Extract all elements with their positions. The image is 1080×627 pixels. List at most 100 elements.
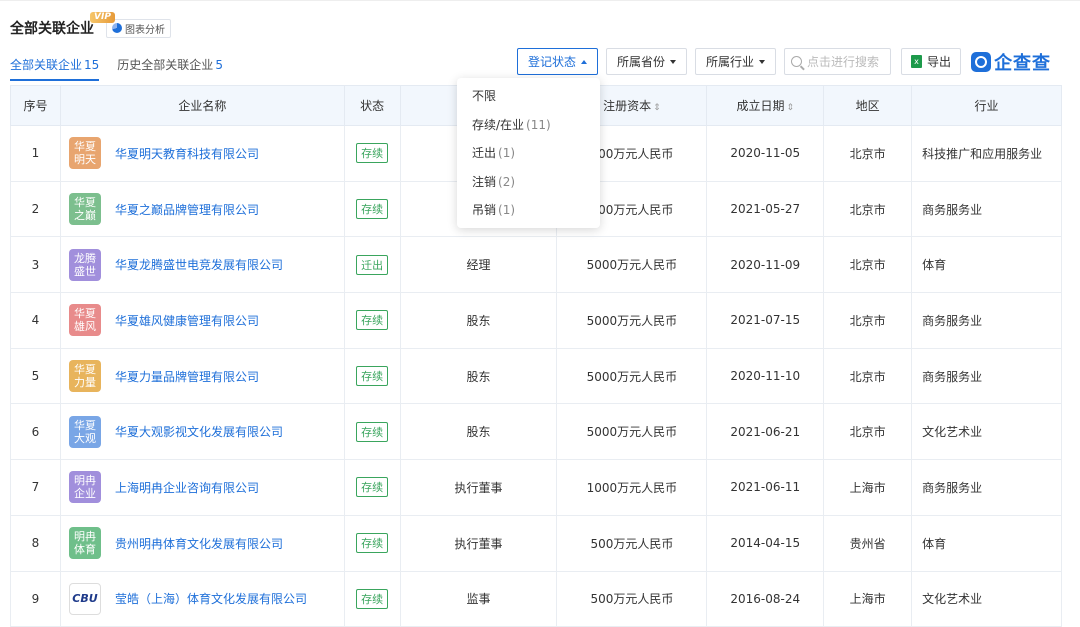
company-name-link[interactable]: 华夏龙腾盛世电竞发展有限公司 [115, 256, 283, 273]
status-cell: 存续 [343, 570, 401, 627]
table-row[interactable]: 4 华夏雄风 华夏雄风健康管理有限公司 存续 股东 5000万元人民币 2021-… [10, 292, 1062, 349]
col-company-name: 企业名称 [59, 85, 345, 126]
dropdown-item-all[interactable]: 不限 [457, 82, 600, 111]
status-cell: 迁出 [343, 236, 401, 294]
company-logo: 华夏大观 [68, 415, 101, 448]
dropdown-item-count: (1) [498, 203, 516, 217]
row-index: 2 [10, 180, 61, 238]
region-cell: 北京市 [823, 180, 913, 238]
dropdown-item-revoked[interactable]: 吊销 (1) [457, 196, 600, 225]
page-title-text: 全部关联企业 [10, 21, 94, 37]
company-logo: 华夏力量 [68, 360, 101, 393]
company-name-link[interactable]: 华夏明天教育科技有限公司 [115, 145, 259, 162]
status-cell: 存续 [343, 125, 401, 182]
col-industry: 行业 [911, 85, 1062, 126]
industry-cell: 文化艺术业 [911, 403, 1062, 461]
brand-logo: 企查查 [971, 49, 1051, 75]
dropdown-item-label: 吊销 [472, 203, 497, 217]
search-input[interactable] [807, 54, 888, 69]
col-date[interactable]: 成立日期 ⇕ [706, 85, 825, 126]
region-cell: 北京市 [823, 292, 913, 349]
status-badge: 存续 [356, 588, 389, 609]
company-logo: 明冉企业 [68, 471, 101, 504]
table-row[interactable]: 5 华夏力量 华夏力量品牌管理有限公司 存续 股东 5000万元人民币 2020-… [10, 347, 1062, 405]
industry-cell: 文化艺术业 [911, 570, 1062, 627]
status-filter-button[interactable]: 登记状态 [517, 48, 599, 75]
vip-badge: VIP [90, 12, 115, 23]
province-filter-button[interactable]: 所属省份 [606, 48, 688, 75]
company-name-link[interactable]: 华夏雄风健康管理有限公司 [115, 312, 259, 329]
date-cell: 2016-08-24 [706, 570, 825, 627]
company-name-link[interactable]: 华夏力量品牌管理有限公司 [115, 368, 259, 385]
col-region: 地区 [823, 85, 913, 126]
caret-down-icon [670, 59, 677, 64]
row-index: 3 [10, 236, 61, 294]
row-index: 5 [10, 347, 61, 405]
excel-icon: x [911, 55, 923, 68]
company-name-link[interactable]: 贵州明冉体育文化发展有限公司 [115, 535, 283, 552]
date-cell: 2014-04-15 [706, 514, 825, 572]
company-logo: 华夏雄风 [68, 304, 101, 337]
company-logo: 华夏明天 [68, 137, 101, 170]
date-cell: 2021-05-27 [706, 180, 825, 238]
table-row[interactable]: 7 明冉企业 上海明冉企业咨询有限公司 存续 执行董事 1000万元人民币 202… [10, 459, 1062, 516]
company-logo: 明冉体育 [68, 527, 101, 560]
status-badge: 存续 [356, 310, 389, 331]
company-name-link[interactable]: 华夏大观影视文化发展有限公司 [115, 423, 283, 440]
tab-label: 历史全部关联企业 [117, 58, 214, 72]
dropdown-item-active[interactable]: 存续/在业 (11) [457, 111, 600, 140]
date-cell: 2021-06-11 [706, 459, 825, 516]
status-cell: 存续 [343, 180, 401, 238]
status-cell: 存续 [343, 514, 401, 572]
capital-cell: 5000万元人民币 [556, 403, 708, 461]
company-name-link[interactable]: 华夏之巅品牌管理有限公司 [115, 201, 259, 218]
sort-icon: ⇕ [653, 103, 661, 113]
dropdown-item-moved-out[interactable]: 迁出 (1) [457, 139, 600, 168]
company-cell: CBU 莹皓（上海）体育文化发展有限公司 [59, 570, 345, 627]
industry-filter-button[interactable]: 所属行业 [695, 48, 777, 75]
dropdown-item-count: (11) [526, 117, 551, 132]
tab-label: 全部关联企业 [10, 58, 83, 72]
dropdown-item-label: 不限 [472, 89, 497, 103]
tab-all-related[interactable]: 全部关联企业 15 [10, 56, 100, 81]
status-badge: 存续 [356, 421, 389, 442]
tab-history-related[interactable]: 历史全部关联企业 5 [117, 56, 223, 81]
company-name-link[interactable]: 上海明冉企业咨询有限公司 [115, 479, 259, 496]
capital-cell: 500万元人民币 [556, 514, 708, 572]
capital-cell: 1000万元人民币 [556, 459, 708, 516]
table-row[interactable]: 8 明冉体育 贵州明冉体育文化发展有限公司 存续 执行董事 500万元人民币 20… [10, 514, 1062, 572]
region-cell: 北京市 [823, 236, 913, 294]
company-name-link[interactable]: 莹皓（上海）体育文化发展有限公司 [115, 590, 307, 607]
pie-chart-icon [112, 23, 122, 33]
company-cell: 明冉体育 贵州明冉体育文化发展有限公司 [59, 514, 345, 572]
dropdown-item-label: 注销 [472, 174, 497, 189]
industry-cell: 商务服务业 [911, 459, 1062, 516]
company-cell: 华夏大观 华夏大观影视文化发展有限公司 [59, 403, 345, 461]
status-badge: 存续 [356, 477, 389, 498]
section-header: 全部关联企业 VIP 图表分析 [10, 12, 171, 43]
status-badge: 存续 [356, 366, 389, 387]
industry-cell: 体育 [911, 514, 1062, 572]
status-cell: 存续 [343, 459, 401, 516]
chart-analysis-button[interactable]: 图表分析 [106, 18, 171, 38]
table-row[interactable]: 9 CBU 莹皓（上海）体育文化发展有限公司 存续 监事 500万元人民币 201… [10, 570, 1062, 627]
col-status: 状态 [343, 85, 401, 126]
dropdown-item-count: (2) [498, 174, 516, 189]
col-date-label: 成立日期 [736, 99, 785, 113]
status-badge: 迁出 [356, 254, 389, 275]
export-button[interactable]: x 导出 [901, 48, 962, 75]
dropdown-item-cancelled[interactable]: 注销 (2) [457, 168, 600, 197]
table-row[interactable]: 3 龙腾盛世 华夏龙腾盛世电竞发展有限公司 迁出 经理 5000万元人民币 202… [10, 236, 1062, 294]
search-box[interactable] [784, 48, 892, 75]
status-cell: 存续 [343, 347, 401, 405]
company-cell: 明冉企业 上海明冉企业咨询有限公司 [59, 459, 345, 516]
role-cell: 股东 [399, 292, 558, 349]
company-cell: 华夏之巅 华夏之巅品牌管理有限公司 [59, 180, 345, 238]
region-cell: 贵州省 [823, 514, 913, 572]
row-index: 8 [10, 514, 61, 572]
table-row[interactable]: 6 华夏大观 华夏大观影视文化发展有限公司 存续 股东 5000万元人民币 202… [10, 403, 1062, 461]
col-capital-label: 注册资本 [603, 99, 652, 113]
role-cell: 股东 [399, 403, 558, 461]
company-cell: 华夏力量 华夏力量品牌管理有限公司 [59, 347, 345, 405]
industry-cell: 商务服务业 [911, 347, 1062, 405]
